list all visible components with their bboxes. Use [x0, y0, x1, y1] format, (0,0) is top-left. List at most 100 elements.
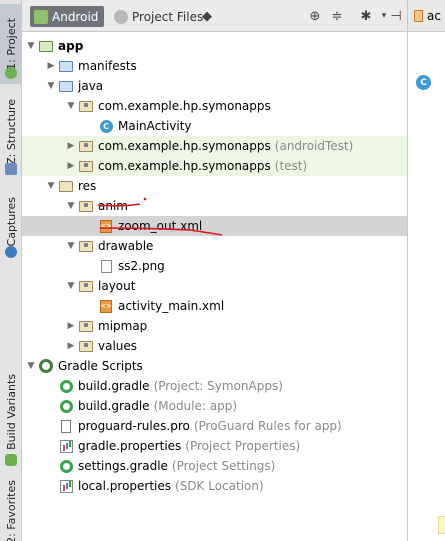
expand-arrow-icon[interactable]: ▼	[64, 236, 78, 256]
tree-row[interactable]: ▼ Gradle Scripts	[22, 356, 407, 376]
tree-row[interactable]: ▶ mipmap	[22, 316, 407, 336]
tree-row[interactable]: <> activity_main.xml	[22, 296, 407, 316]
package-folder-icon	[78, 159, 94, 173]
arrow-spacer	[44, 456, 58, 476]
view-tab-android-label: Android	[52, 9, 99, 24]
tree-row[interactable]: ▶ com.example.hp.symonapps (androidTest)	[22, 136, 407, 156]
tab-favorites[interactable]: 2: Favorites	[0, 480, 22, 541]
tree-row-label: gradle.properties	[78, 439, 182, 453]
tree-row[interactable]: ▶ values	[22, 336, 407, 356]
collapse-arrow-icon[interactable]: ▶	[64, 316, 78, 336]
tab-structure-label: Z: Structure	[4, 99, 18, 165]
editor-area[interactable]: ac C	[407, 0, 445, 541]
tree-row[interactable]: settings.gradle (Project Settings)	[22, 456, 407, 476]
view-tab-project-files[interactable]: Project Files	[110, 6, 209, 27]
gradle-file-icon	[58, 399, 74, 413]
tree-row-label: proguard-rules.pro	[78, 419, 190, 433]
tree-row[interactable]: gradle.properties (Project Properties)	[22, 436, 407, 456]
tab-captures[interactable]: Captures	[0, 192, 22, 252]
more-views-button[interactable]: ◆	[198, 7, 216, 25]
tree-row[interactable]: ss2.png	[22, 256, 407, 276]
resource-folder-icon	[58, 179, 74, 193]
project-files-icon	[114, 9, 128, 24]
tree-row-label: values	[98, 339, 138, 353]
tree-row[interactable]: proguard-rules.pro (ProGuard Rules for ap…	[22, 416, 407, 436]
tree-row[interactable]: ▶ com.example.hp.symonapps (test)	[22, 156, 407, 176]
expand-arrow-icon[interactable]: ▼	[24, 356, 38, 376]
tree-row[interactable]: ▼ com.example.hp.symonapps	[22, 96, 407, 116]
tree-row[interactable]: ▼ java	[22, 76, 407, 96]
android-icon	[5, 67, 17, 79]
gear-icon[interactable]: ✱	[357, 7, 375, 25]
properties-file-icon	[58, 439, 74, 453]
tree-row-hint: (ProGuard Rules for app)	[193, 419, 342, 433]
tree-row[interactable]: ▶ manifests	[22, 56, 407, 76]
class-gutter-icon[interactable]: C	[416, 75, 431, 90]
tool-window-strip: 1: Project Z: Structure Captures Build V…	[0, 0, 22, 541]
expand-arrow-icon[interactable]: ▼	[64, 196, 78, 216]
project-panel-header: Android Project Files ◆ ⊕ ≑ ✱ ▾ ⊣	[22, 0, 407, 32]
tree-row[interactable]: C MainActivity	[22, 116, 407, 136]
scroll-marker	[438, 516, 445, 534]
xml-file-icon: <>	[98, 219, 114, 233]
tree-row-label: com.example.hp.symonapps	[98, 159, 271, 173]
tree-row[interactable]: ▼ layout	[22, 276, 407, 296]
android-icon	[5, 454, 17, 466]
tree-row-label: app	[58, 39, 84, 53]
tree-row[interactable]: build.gradle (Module: app)	[22, 396, 407, 416]
tree-row[interactable]: build.gradle (Project: SymonApps)	[22, 376, 407, 396]
tree-row-label: res	[78, 179, 97, 193]
collapse-arrow-icon[interactable]: ▶	[64, 136, 78, 156]
package-folder-icon	[78, 199, 94, 213]
tree-row-label: mipmap	[98, 319, 148, 333]
arrow-spacer	[84, 216, 98, 236]
collapse-arrow-icon[interactable]: ▶	[44, 56, 58, 76]
arrow-spacer	[44, 396, 58, 416]
hide-icon[interactable]: ⊣	[387, 7, 405, 25]
collapse-arrow-icon[interactable]: ▶	[64, 336, 78, 356]
collapse-arrow-icon[interactable]: ▶	[64, 156, 78, 176]
tree-row[interactable]: ▼ drawable	[22, 236, 407, 256]
properties-file-icon	[58, 479, 74, 493]
gradle-file-icon	[58, 459, 74, 473]
xml-file-icon	[414, 9, 423, 22]
tree-row-label: anim	[98, 199, 128, 213]
tree-row-hint: (Project Properties)	[185, 439, 301, 453]
tree-row[interactable]: ▼ app	[22, 36, 407, 56]
expand-arrow-icon[interactable]: ▼	[44, 76, 58, 96]
arrow-spacer	[44, 376, 58, 396]
expand-arrow-icon[interactable]: ▼	[64, 276, 78, 296]
project-tree[interactable]: ▼ app ▶ manifests ▼ java ▼ com.example.hp.symon…	[22, 32, 407, 541]
tab-build-variants-label: Build Variants	[4, 374, 18, 450]
tree-row[interactable]: ▼ res	[22, 176, 407, 196]
expand-arrow-icon[interactable]: ▼	[64, 96, 78, 116]
package-folder-icon	[78, 139, 94, 153]
gradle-scripts-icon	[38, 359, 54, 373]
editor-tab[interactable]: ac	[408, 0, 445, 32]
view-tab-project-files-label: Project Files	[132, 9, 204, 24]
tab-favorites-label: 2: Favorites	[4, 480, 18, 541]
tab-build-variants[interactable]: Build Variants	[0, 372, 22, 452]
tree-row-label: com.example.hp.symonapps	[98, 139, 271, 153]
tree-row[interactable]: local.properties (SDK Location)	[22, 476, 407, 496]
package-folder-icon	[78, 279, 94, 293]
tree-row-label: ss2.png	[118, 259, 165, 273]
expand-arrow-icon[interactable]: ▼	[24, 36, 38, 56]
arrow-spacer	[84, 296, 98, 316]
tree-row-label: java	[78, 79, 104, 93]
tree-row-hint: (SDK Location)	[175, 479, 264, 493]
tree-row[interactable]: ▼ anim	[22, 196, 407, 216]
tab-structure[interactable]: Z: Structure	[0, 92, 22, 172]
tree-row-label: activity_main.xml	[118, 299, 225, 313]
package-folder-icon	[78, 339, 94, 353]
target-icon[interactable]: ⊕	[306, 7, 324, 25]
tree-row-label: manifests	[78, 59, 137, 73]
tree-row-hint: (Project: SymonApps)	[153, 379, 283, 393]
expand-arrow-icon[interactable]: ▼	[44, 176, 58, 196]
tab-project-label: 1: Project	[4, 18, 18, 70]
collapse-icon[interactable]: ≑	[328, 7, 346, 25]
view-tab-android[interactable]: Android	[30, 6, 105, 27]
tab-captures-label: Captures	[4, 197, 18, 247]
tree-row[interactable]: <> zoom_out.xml	[22, 216, 407, 236]
image-file-icon	[98, 259, 114, 273]
